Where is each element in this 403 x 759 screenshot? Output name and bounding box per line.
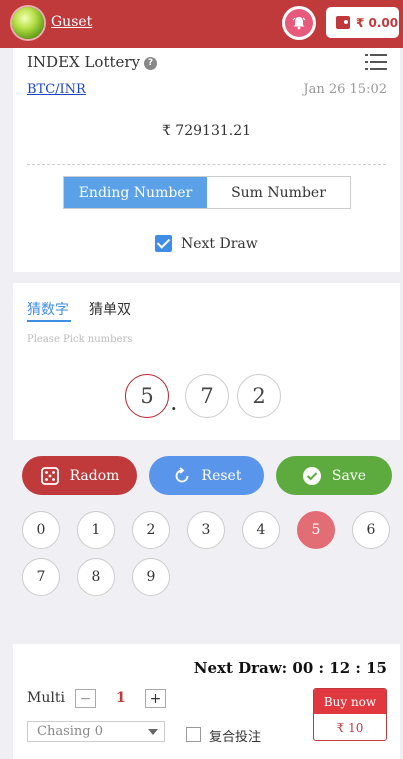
wallet-balance: ₹ 0.00 <box>356 15 399 30</box>
page-title: INDEX Lottery? <box>27 53 158 71</box>
tab-ending-number[interactable]: Ending Number <box>64 177 207 208</box>
number-button-3[interactable]: 3 <box>187 511 225 549</box>
decimal-point: . <box>171 395 177 414</box>
number-button-4[interactable]: 4 <box>242 511 280 549</box>
list-menu-icon[interactable] <box>365 54 387 72</box>
lottery-info-card: INDEX Lottery? BTC/INR Jan 26 15:02 ₹ 72… <box>13 48 400 272</box>
picked-digit-2[interactable]: 7 <box>185 374 229 418</box>
active-tab-indicator <box>27 320 71 322</box>
mode-switch: Ending Number Sum Number <box>63 176 351 209</box>
wallet-icon <box>336 16 350 29</box>
number-button-5[interactable]: 5 <box>297 511 335 549</box>
multi-decrement-button[interactable]: − <box>75 689 96 708</box>
title-text: INDEX Lottery <box>27 53 141 71</box>
ball-logo-icon <box>12 7 44 39</box>
number-button-0[interactable]: 0 <box>22 511 60 549</box>
next-draw-label: Next Draw <box>181 235 258 252</box>
multi-label: Multi <box>27 690 65 706</box>
combo-bet-checkbox[interactable] <box>186 727 201 742</box>
buy-amount: ₹ 10 <box>336 721 364 735</box>
tab-sum-number[interactable]: Sum Number <box>207 177 350 208</box>
tab-guess-odd-even[interactable]: 猜单双 <box>89 299 131 319</box>
number-button-8[interactable]: 8 <box>77 558 115 596</box>
chevron-down-icon <box>148 729 158 735</box>
chasing-value: Chasing 0 <box>37 724 103 739</box>
picked-digit-3[interactable]: 2 <box>237 374 281 418</box>
check-circle-icon <box>302 466 321 485</box>
random-button[interactable]: Radom <box>22 456 137 495</box>
alarm-bell-icon <box>285 9 313 37</box>
reset-label: Reset <box>201 467 242 484</box>
help-icon[interactable]: ? <box>144 57 158 70</box>
alarm-button[interactable] <box>282 6 316 40</box>
reset-button[interactable]: Reset <box>149 456 264 495</box>
pick-card: 猜数字 猜单双 Please Pick numbers 5 . 7 2 <box>13 283 400 440</box>
save-label: Save <box>331 467 367 484</box>
chasing-select[interactable]: Chasing 0 <box>27 721 165 742</box>
buy-now-label: Buy now <box>314 689 386 714</box>
number-button-7[interactable]: 7 <box>22 558 60 596</box>
bet-panel: Next Draw: 00 : 12 : 15 Multi − 1 + Chas… <box>13 644 400 759</box>
number-button-2[interactable]: 2 <box>132 511 170 549</box>
pair-link[interactable]: BTC/INR <box>27 82 86 97</box>
buy-now-button[interactable]: Buy now ₹ 10 <box>313 688 387 741</box>
number-button-6[interactable]: 6 <box>352 511 390 549</box>
dice-icon <box>40 466 59 485</box>
next-draw-toggle[interactable]: Next Draw <box>155 235 258 252</box>
multi-value: 1 <box>116 690 126 706</box>
random-label: Radom <box>69 467 120 484</box>
draw-time: Jan 26 15:02 <box>303 82 387 97</box>
pick-hint: Please Pick numbers <box>27 334 133 345</box>
divider <box>27 164 386 165</box>
number-button-1[interactable]: 1 <box>77 511 115 549</box>
picked-digit-1[interactable]: 5 <box>125 374 169 418</box>
current-price: ₹ 729131.21 <box>161 123 252 139</box>
multi-increment-button[interactable]: + <box>145 689 166 708</box>
next-draw-checkbox[interactable] <box>155 235 172 252</box>
user-link[interactable]: Guset <box>51 14 92 30</box>
save-button[interactable]: Save <box>276 456 392 495</box>
combo-bet-label: 复合投注 <box>209 730 262 745</box>
app-header: Guset ₹ 0.00 <box>0 0 403 48</box>
tab-guess-number[interactable]: 猜数字 <box>27 299 69 319</box>
refresh-icon <box>175 466 188 482</box>
wallet-button[interactable]: ₹ 0.00 <box>326 7 399 38</box>
number-button-9[interactable]: 9 <box>132 558 170 596</box>
next-draw-countdown: Next Draw: 00 : 12 : 15 <box>193 659 387 677</box>
